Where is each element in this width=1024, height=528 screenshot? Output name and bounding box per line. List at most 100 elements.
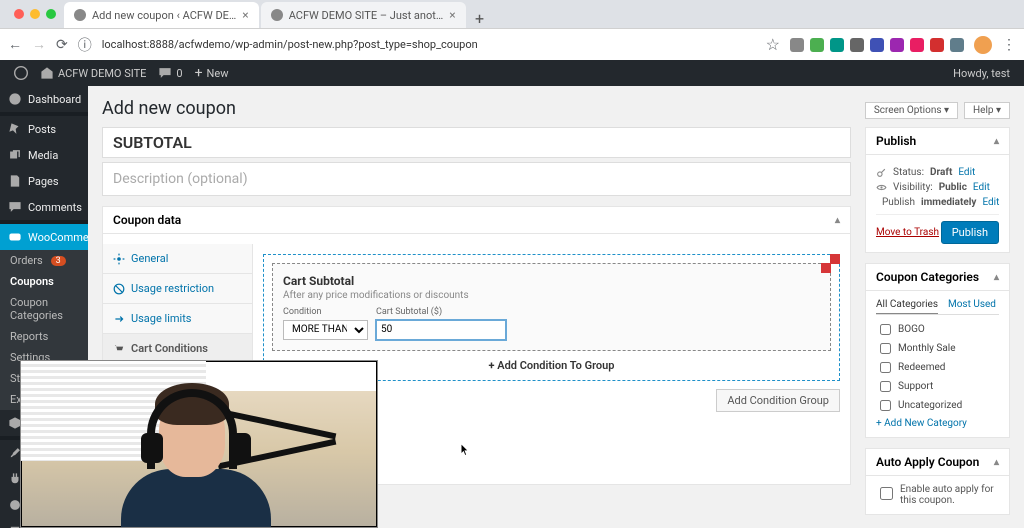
tabstrip: Add new coupon ‹ ACFW DE… × ACFW DEMO SI…: [0, 0, 1024, 28]
browser-chrome: Add new coupon ‹ ACFW DE… × ACFW DEMO SI…: [0, 0, 1024, 60]
category-checkbox[interactable]: [880, 362, 891, 373]
comments-link[interactable]: 0: [152, 66, 188, 80]
sidebar-item-pages[interactable]: Pages: [0, 168, 88, 194]
chevron-up-icon[interactable]: ▴: [994, 457, 999, 468]
new-tab-button[interactable]: +: [468, 9, 492, 28]
tab-title: ACFW DEMO SITE – Just anot…: [289, 9, 444, 22]
category-item[interactable]: Support: [876, 378, 999, 395]
condition-title: Cart Subtotal: [283, 274, 820, 288]
sidebar-item-media[interactable]: Media: [0, 142, 88, 168]
minimize-window[interactable]: [30, 9, 40, 19]
category-checkbox[interactable]: [880, 324, 891, 335]
publish-header[interactable]: Publish▴: [866, 128, 1009, 155]
close-icon[interactable]: ×: [242, 8, 248, 22]
extension-icon[interactable]: [810, 38, 824, 52]
maximize-window[interactable]: [46, 9, 56, 19]
categories-header[interactable]: Coupon Categories▴: [866, 264, 1009, 291]
subtotal-input[interactable]: [376, 320, 506, 340]
menu-icon[interactable]: ⋮: [1002, 37, 1016, 53]
sidebar-sub-reports[interactable]: Reports: [0, 326, 88, 347]
url-field[interactable]: localhost:8888/acfwdemo/wp-admin/post-ne…: [102, 38, 756, 51]
page-title: Add new coupon: [102, 98, 236, 119]
key-icon: [876, 167, 887, 178]
category-checkbox[interactable]: [880, 400, 891, 411]
info-icon[interactable]: ⓘ: [78, 35, 92, 55]
publish-button[interactable]: Publish: [941, 221, 999, 244]
edit-schedule-link[interactable]: Edit: [982, 197, 999, 208]
tab-title: Add new coupon ‹ ACFW DE…: [92, 9, 236, 22]
sidebar-sub-coupon-categories[interactable]: Coupon Categories: [0, 292, 88, 326]
category-item[interactable]: Monthly Sale: [876, 340, 999, 357]
chevron-up-icon[interactable]: ▴: [994, 272, 999, 283]
category-item[interactable]: Redeemed: [876, 359, 999, 376]
tab-usage-restriction[interactable]: Usage restriction: [103, 274, 252, 304]
wp-logo[interactable]: [8, 66, 34, 80]
add-new-category-link[interactable]: + Add New Category: [876, 418, 967, 429]
extension-icon[interactable]: [890, 38, 904, 52]
extension-icon[interactable]: [950, 38, 964, 52]
tab-most-used[interactable]: Most Used: [948, 299, 996, 314]
tab-general[interactable]: General: [103, 244, 252, 274]
sidebar-sub-orders[interactable]: Orders3: [0, 250, 88, 271]
orders-badge: 3: [51, 256, 66, 266]
publish-box: Publish▴ Status: Draft Edit Visibility: …: [865, 127, 1010, 253]
coupon-categories-box: Coupon Categories▴ All Categories Most U…: [865, 263, 1010, 438]
delete-icon[interactable]: [830, 254, 840, 264]
media-icon: [8, 148, 22, 162]
sidebar-item-comments[interactable]: Comments: [0, 194, 88, 220]
add-condition-group-button[interactable]: Add Condition Group: [716, 389, 840, 412]
category-list: BOGO Monthly Sale Redeemed Support Uncat…: [876, 321, 999, 414]
extension-icon[interactable]: [830, 38, 844, 52]
howdy-user[interactable]: Howdy, test: [947, 67, 1016, 80]
sidebar-item-woocommerce[interactable]: WooCommerce: [0, 224, 88, 250]
auto-apply-header[interactable]: Auto Apply Coupon▴: [866, 449, 1009, 476]
sidebar-item-posts[interactable]: Posts: [0, 116, 88, 142]
woo-icon: [8, 230, 22, 244]
browser-tab-active[interactable]: Add new coupon ‹ ACFW DE… ×: [64, 2, 259, 28]
chevron-up-icon[interactable]: ▴: [835, 215, 840, 226]
delete-icon[interactable]: [821, 263, 831, 273]
edit-visibility-link[interactable]: Edit: [973, 182, 990, 193]
coupon-data-header[interactable]: Coupon data ▴: [103, 207, 850, 234]
auto-apply-option[interactable]: Enable auto apply for this coupon.: [876, 484, 999, 506]
screen-options-button[interactable]: Screen Options ▾: [865, 102, 958, 119]
profile-avatar[interactable]: [974, 36, 992, 54]
new-content[interactable]: +New: [189, 65, 235, 81]
tab-usage-limits[interactable]: Usage limits: [103, 304, 252, 334]
browser-tab[interactable]: ACFW DEMO SITE – Just anot… ×: [261, 2, 466, 28]
extension-icon[interactable]: [850, 38, 864, 52]
extension-icon[interactable]: [870, 38, 884, 52]
coupon-title-input[interactable]: [102, 127, 851, 158]
coupon-description-input[interactable]: Description (optional): [102, 162, 851, 196]
category-item[interactable]: BOGO: [876, 321, 999, 338]
extension-icon[interactable]: [930, 38, 944, 52]
category-checkbox[interactable]: [880, 343, 891, 354]
site-link[interactable]: ACFW DEMO SITE: [34, 66, 152, 80]
close-window[interactable]: [14, 9, 24, 19]
webcam-overlay: [20, 360, 378, 528]
extension-icon[interactable]: [910, 38, 924, 52]
tab-all-categories[interactable]: All Categories: [876, 299, 938, 314]
field-label: Cart Subtotal ($): [376, 307, 506, 317]
sidebar-item-dashboard[interactable]: Dashboard: [0, 86, 88, 112]
pin-icon: [8, 122, 22, 136]
window-controls: [6, 0, 64, 28]
extension-icon[interactable]: [790, 38, 804, 52]
help-button[interactable]: Help ▾: [964, 102, 1010, 119]
edit-status-link[interactable]: Edit: [958, 167, 975, 178]
move-to-trash-link[interactable]: Move to Trash: [876, 227, 939, 238]
close-icon[interactable]: ×: [449, 8, 455, 22]
condition-select[interactable]: MORE THAN: [283, 320, 368, 340]
field-label: Condition: [283, 307, 368, 317]
address-bar: ← → ⟳ ⓘ localhost:8888/acfwdemo/wp-admin…: [0, 28, 1024, 60]
back-button[interactable]: ←: [8, 36, 22, 53]
auto-apply-checkbox[interactable]: [880, 487, 893, 500]
category-item[interactable]: Uncategorized: [876, 397, 999, 414]
category-checkbox[interactable]: [880, 381, 891, 392]
condition-group: Cart Subtotal After any price modificati…: [272, 263, 831, 351]
chevron-up-icon[interactable]: ▴: [994, 136, 999, 147]
star-icon[interactable]: ☆: [766, 35, 780, 54]
reload-button[interactable]: ⟳: [56, 37, 68, 53]
sidebar-sub-coupons[interactable]: Coupons: [0, 271, 88, 292]
dashboard-icon: [8, 92, 22, 106]
